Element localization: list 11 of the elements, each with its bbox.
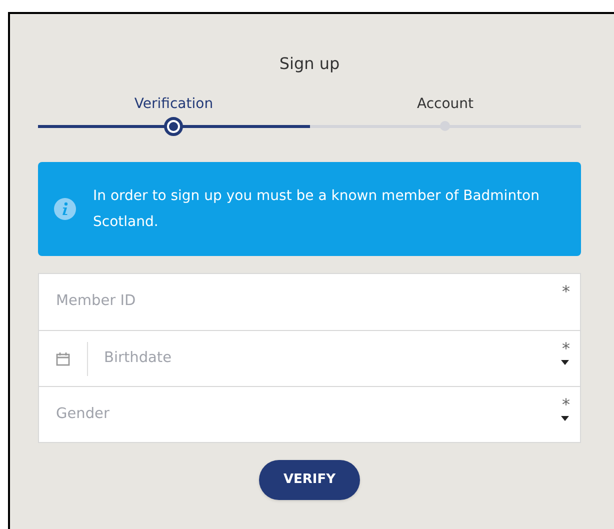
step-tab[interactable]: Verification xyxy=(134,92,214,116)
required-mark: * xyxy=(562,394,570,416)
page-title: Sign up xyxy=(278,53,341,75)
calendar-icon xyxy=(56,352,70,366)
step-tab[interactable]: Account xyxy=(416,92,474,116)
verify-button[interactable]: VERIFY xyxy=(259,460,360,500)
required-mark: * xyxy=(562,338,570,360)
info-icon xyxy=(54,198,76,220)
caret-icon xyxy=(561,360,569,365)
info-text: In order to sign up you must be a known member of Badminton Scotland. xyxy=(93,187,540,232)
caret-icon xyxy=(561,416,569,421)
